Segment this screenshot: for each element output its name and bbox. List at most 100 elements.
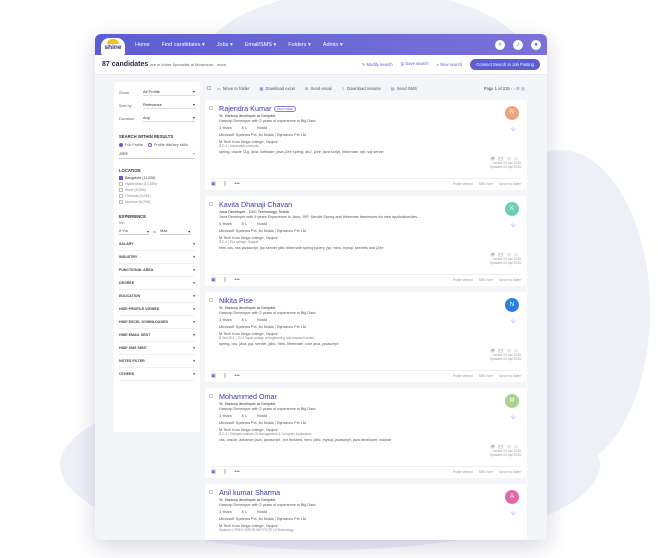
chevron-down-icon: ▾ (193, 320, 195, 324)
send-sms-action[interactable]: ▤ Send SMS (391, 86, 417, 91)
list-view-icon[interactable]: ☰ (516, 86, 520, 91)
candidate-company: Microsoft Systems Pvt. ltd Noida | Dynaz… (219, 421, 306, 425)
filter-section[interactable]: SALARY ▾ (119, 238, 195, 251)
nav-item[interactable]: Folders ▾ (288, 42, 311, 48)
show-select[interactable]: All Profile ▾ (143, 89, 195, 96)
nav-item[interactable]: Jobs ▾ (217, 42, 233, 48)
profile-icon[interactable]: ▣ (211, 181, 216, 187)
profile-icon[interactable]: ▣ (211, 469, 216, 475)
filter-section[interactable]: HIDE SMS SENT ▾ (119, 342, 195, 355)
modify-search-link[interactable]: ✎ Modify search (362, 62, 393, 67)
updated-date: Updated 04 Apr 2019 (489, 165, 521, 169)
candidate-education-sub: Diploma | ITRA'S VISION INSTITUTE Of Tec… (219, 528, 294, 532)
location-checkbox[interactable] (119, 176, 123, 180)
download-resume-action[interactable]: ⇩ Download resume (342, 86, 381, 91)
nav-item[interactable]: Home (135, 42, 150, 48)
more-icon[interactable]: ••• (235, 277, 240, 283)
candidate-checkbox[interactable] (209, 202, 213, 206)
profile-icon[interactable]: ▣ (211, 373, 216, 379)
profile-icon[interactable]: ▣ (211, 277, 216, 283)
shine-logo[interactable]: shine (101, 38, 125, 55)
phone-icon[interactable]: ▯ (224, 373, 227, 379)
location-checkbox[interactable] (119, 182, 123, 186)
location-option[interactable]: Mumbai (6,299) (119, 199, 195, 205)
exp-min-select[interactable]: 2 Yrs ▾ (119, 229, 149, 235)
location-checkbox[interactable] (119, 200, 123, 204)
sms-sent-status: SMS Sent (478, 181, 494, 186)
experience-value: 4 Years (219, 222, 232, 226)
exp-max-select[interactable]: Max ▾ (160, 229, 191, 235)
candidate-name[interactable]: Rajendra Kumar (219, 104, 271, 113)
folder-context[interactable]: are in folder Specialist at Morpheus…mor… (150, 62, 226, 67)
more-icon[interactable]: ••• (235, 373, 240, 379)
sms-icon: ▤ (390, 85, 395, 91)
location-checkbox[interactable] (119, 194, 123, 198)
candidate-list: Rajendra Kumar FEATURED Sr. Hadoop develop… (205, 100, 527, 540)
download-icon: ⇩ (341, 85, 346, 91)
nav-item[interactable]: Admin ▾ (323, 42, 343, 48)
search-within-input[interactable]: J2EE ⌕ (119, 150, 195, 159)
candidate-card: Nikita Pise Sr. Hadoop developer at Genpa… (205, 292, 527, 382)
phone-icon[interactable]: ▯ (224, 181, 227, 187)
candidate-checkbox[interactable] (209, 490, 213, 494)
star-icon[interactable]: ☆ (511, 222, 516, 229)
candidate-checkbox[interactable] (209, 394, 213, 398)
experience-value: 4 Years (219, 510, 232, 514)
search-within-heading: SEARCH WITHIN RESULTS (119, 134, 174, 139)
filter-section[interactable]: OTHERS ▾ (119, 368, 195, 381)
user-icon[interactable]: ● (531, 39, 541, 50)
filter-section[interactable]: FUNCTIONAL AREA ▾ (119, 264, 195, 277)
moved-to-folder-status: Moved to folder (499, 181, 521, 186)
download-excel-action[interactable]: ▦ Download excel (260, 86, 296, 91)
chevron-down-icon: ▾ (193, 333, 195, 337)
grid-view-icon[interactable]: ▦ (521, 86, 525, 91)
candidate-name[interactable]: Nikita Pise (219, 296, 253, 305)
prev-page-icon[interactable]: ‹ (511, 86, 512, 91)
connect-job-posting-button[interactable]: Connect Search to Job Posting (470, 59, 540, 70)
select-all-checkbox[interactable] (207, 86, 211, 90)
phone-icon[interactable]: ▯ (224, 469, 227, 475)
candidate-footer: ▣ ▯ ••• Profile viewed SMS Sent Moved to fold… (211, 466, 521, 476)
candidate-name[interactable]: Anil kumar Sharma (219, 488, 280, 497)
candidate-checkbox[interactable] (209, 298, 213, 302)
filter-section[interactable]: HIDE EXCEL DOWNLOADED ▾ (119, 316, 195, 329)
activity-info: 👁✉🗨♺ Active 04 Apr 2019 Updated 04 Apr 201… (471, 156, 521, 169)
bell-icon[interactable]: ♪ (513, 39, 523, 50)
candidate-checkbox[interactable] (209, 106, 213, 110)
search-icon[interactable]: ⌕ (495, 39, 505, 50)
more-icon[interactable]: ••• (235, 181, 240, 187)
location-checkbox[interactable] (119, 188, 123, 192)
next-page-icon[interactable]: › (514, 86, 515, 91)
filter-section[interactable]: DEGREE ▾ (119, 277, 195, 290)
candidate-name[interactable]: Kavita Dhanaji Chavan (219, 200, 292, 209)
star-icon[interactable]: ☆ (511, 414, 516, 421)
filter-label: HIDE SMS SENT (119, 346, 147, 350)
candidate-summary: Hadoop Developer with 2 years of experie… (219, 119, 316, 123)
profile-title-radio[interactable] (147, 143, 152, 147)
filter-section[interactable]: EDUCATION ▾ (119, 290, 195, 303)
avatar: A (505, 490, 519, 504)
send-email-action[interactable]: ✉ Send email (305, 86, 331, 91)
duration-select[interactable]: Any ▾ (143, 115, 195, 122)
filter-section[interactable]: INDUSTRY ▾ (119, 251, 195, 264)
activity-info: 👁✉🗨♺ Active 04 Apr 2019 Updated 04 Apr 201… (471, 348, 521, 361)
full-profile-radio[interactable] (119, 143, 123, 147)
filter-section[interactable]: HIDE EMAIL SENT ▾ (119, 329, 195, 342)
sort-select[interactable]: Relevance ▾ (143, 102, 195, 109)
filter-section[interactable]: NOTES FILTER ▾ (119, 355, 195, 368)
phone-icon[interactable]: ▯ (224, 277, 227, 283)
save-search-link[interactable]: 🖫 Save search (401, 61, 429, 68)
new-search-link[interactable]: ⌕ New search (437, 62, 463, 67)
move-to-folder-action[interactable]: ▭ Move to folder (217, 86, 250, 91)
nav-item[interactable]: Find candidates ▾ (162, 42, 205, 48)
filter-section[interactable]: HIDE PROFILE VIEWED ▾ (119, 303, 195, 316)
featured-badge: FEATURED (274, 105, 297, 112)
nav-item[interactable]: Email/SMS ▾ (245, 42, 277, 48)
star-icon[interactable]: ☆ (511, 126, 516, 133)
candidate-education-sub: B.Tech/B.E. | R.H Sapat college of engin… (219, 336, 315, 340)
candidate-title: Sr. Hadoop developer at Genpact (219, 498, 276, 502)
candidate-name[interactable]: Mohammed Omar (219, 392, 277, 401)
star-icon[interactable]: ☆ (511, 318, 516, 325)
star-icon[interactable]: ☆ (511, 510, 516, 517)
more-icon[interactable]: ••• (235, 469, 240, 475)
